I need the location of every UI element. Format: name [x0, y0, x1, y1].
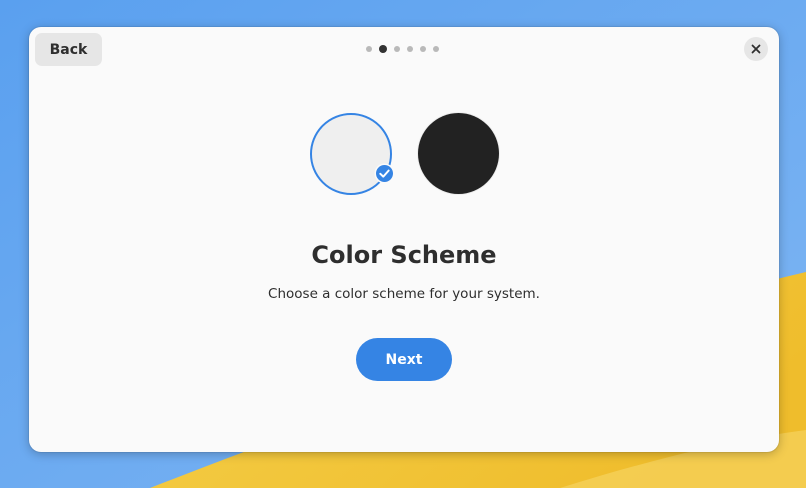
close-button[interactable] [744, 37, 768, 61]
next-button[interactable]: Next [356, 338, 452, 381]
welcome-dialog: Back Color Scheme Choose a color scheme … [29, 27, 779, 452]
back-button[interactable]: Back [35, 33, 102, 66]
page-dot[interactable] [407, 46, 413, 52]
page-dot[interactable] [420, 46, 426, 52]
page-subtitle: Choose a color scheme for your system. [268, 286, 540, 302]
page-dot[interactable] [366, 46, 372, 52]
close-icon [751, 44, 761, 54]
page-dot[interactable] [394, 46, 400, 52]
desktop-background: Back Color Scheme Choose a color scheme … [0, 0, 806, 488]
page-dot[interactable] [433, 46, 439, 52]
page-dot-active[interactable] [379, 45, 387, 53]
dark-scheme-option[interactable] [418, 113, 499, 194]
page-title: Color Scheme [311, 241, 497, 269]
page-indicator [366, 44, 439, 54]
checkmark-icon [374, 163, 395, 184]
